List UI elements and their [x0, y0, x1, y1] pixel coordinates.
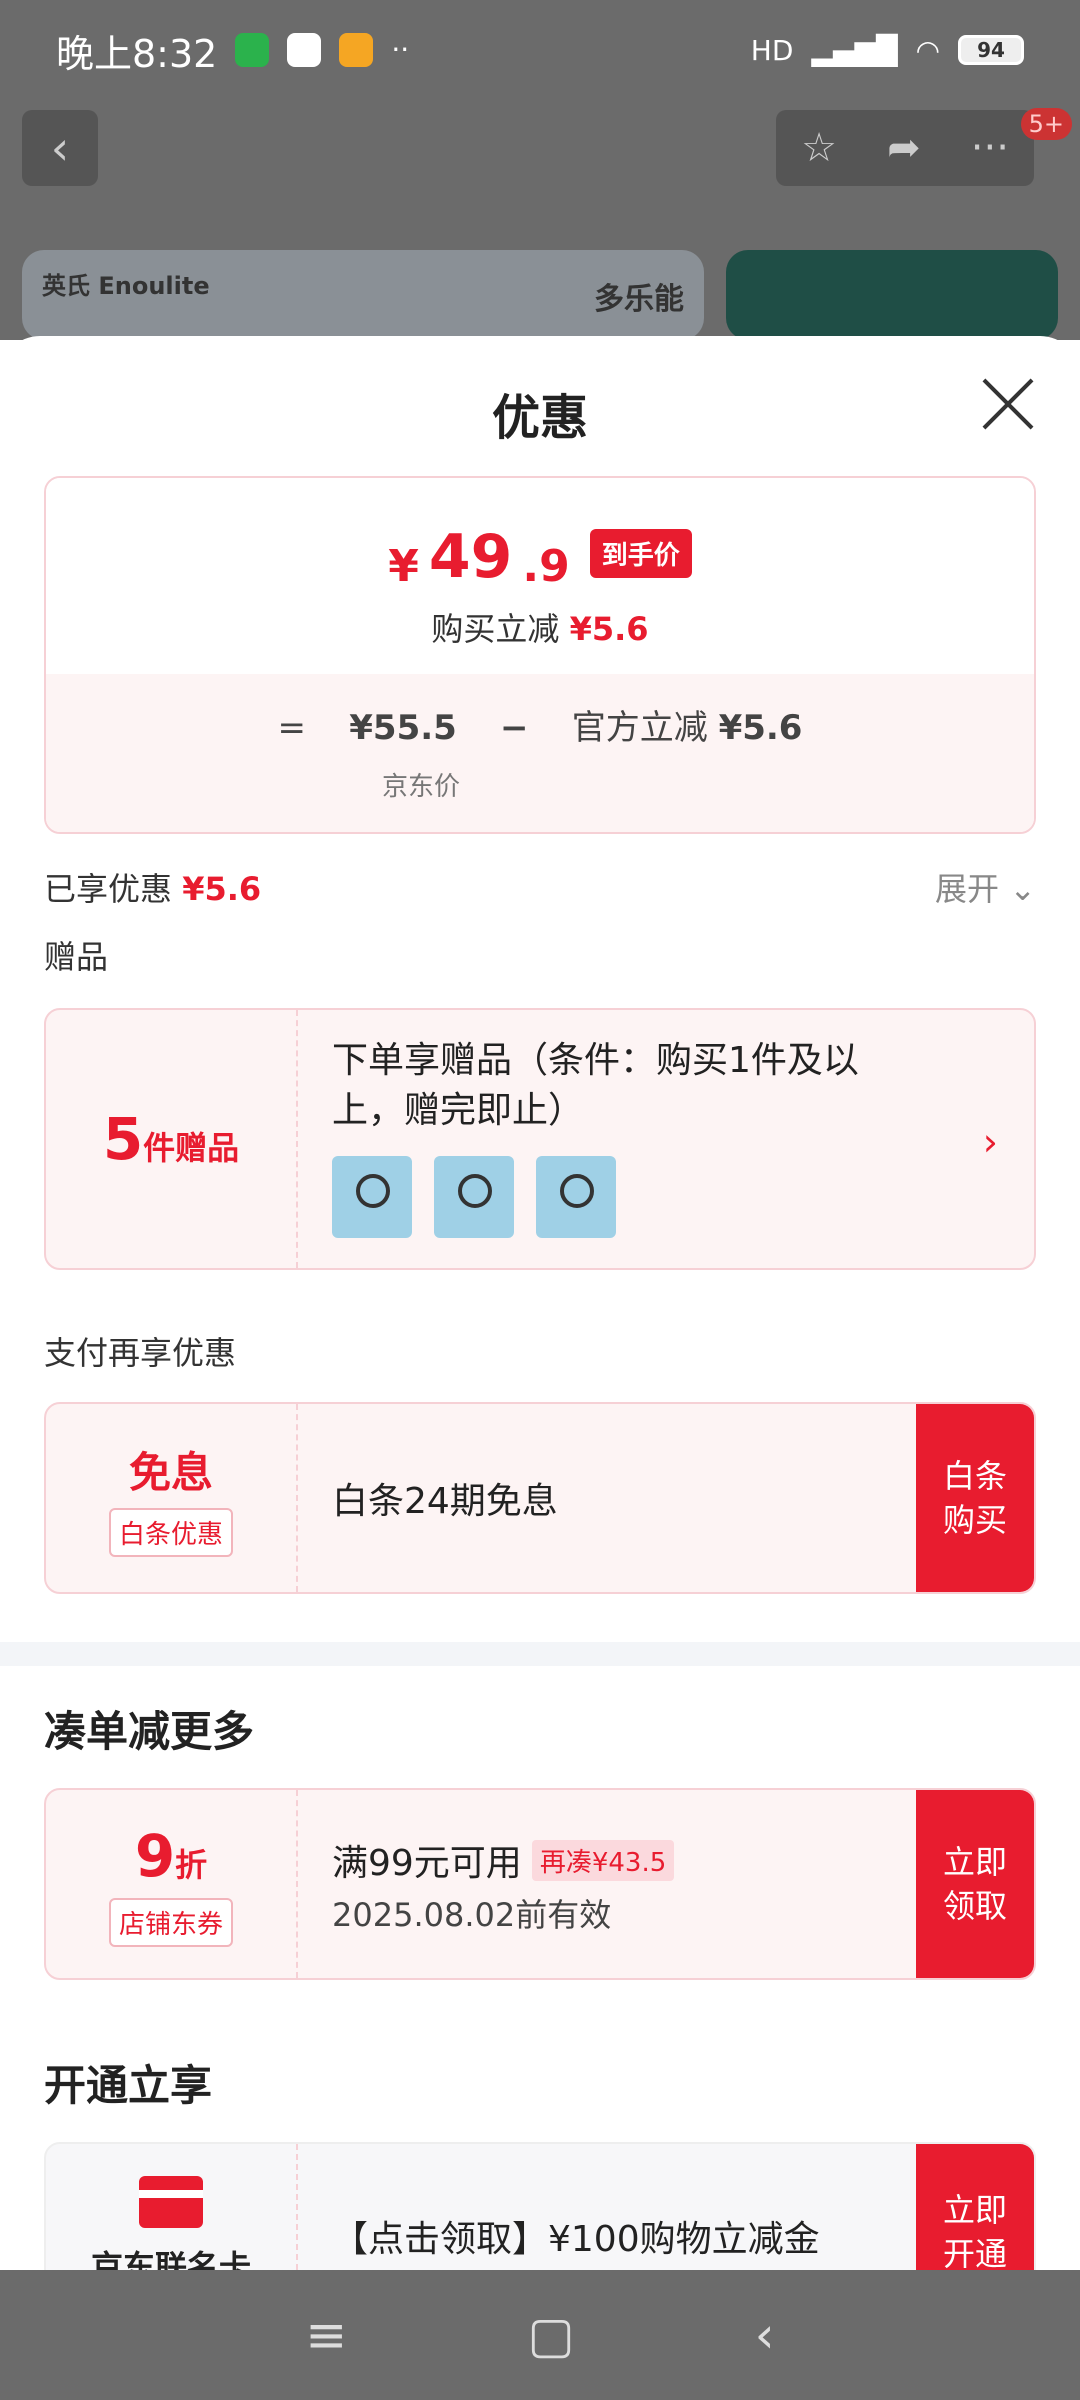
kaitong-title: 开通立享 [44, 2061, 213, 2110]
more-dots-icon: ·· [391, 33, 410, 66]
coupon-left: 9折 店铺东券 [46, 1790, 298, 1978]
gift-desc: 下单享赠品（条件：购买1件及以上，赠完即止） [332, 1040, 859, 1131]
status-right: HD ▂▄▆█ ◠ 94 [751, 34, 1024, 67]
gift-body: 下单享赠品（条件：购买1件及以上，赠完即止） [332, 1010, 894, 1268]
back-icon[interactable]: ‹ [755, 2306, 775, 2364]
final-price: ¥ 49 .9 到手价 [46, 522, 1034, 592]
enjoyed-discount: 已享优惠 ¥5.6 [44, 870, 262, 908]
expand-button[interactable]: 展开 ⌄ [935, 864, 1036, 910]
member-desc: 【点击领取】¥100购物立减金 [332, 2219, 820, 2260]
banner-right [726, 250, 1058, 340]
gift-card[interactable]: 5件赠品 下单享赠品（条件：购买1件及以上，赠完即止） › [44, 1008, 1036, 1270]
gift-count-box: 5件赠品 [46, 1010, 298, 1268]
back-button[interactable]: ‹ [22, 110, 98, 186]
signal-bars-icon: ▂▄▆█ [811, 33, 898, 67]
banner-left: 英氏 Enoulite 多乐能 [22, 250, 704, 340]
price-breakdown: ¥ 49 .9 到手价 购买立减 ¥5.6 = ¥55.5 − 官方立减 ¥5.… [44, 476, 1036, 834]
share-icon[interactable]: ➦ [887, 125, 921, 171]
member-card[interactable]: 京东联名卡 【点击领取】¥100购物立减金 立即开通 [44, 2142, 1036, 2270]
price-formula: = ¥55.5 − 官方立减 ¥5.6 [277, 708, 803, 748]
star-icon[interactable]: ☆ [801, 125, 837, 171]
final-price-tag: 到手价 [589, 529, 692, 578]
map-app-icon [287, 33, 322, 67]
pay-left: 免息 白条优惠 [46, 1404, 298, 1592]
sheet-title: 优惠 [491, 390, 588, 446]
message-badge[interactable]: 5+ [1020, 108, 1072, 140]
status-bar: 晚上8:32 ·· HD ▂▄▆█ ◠ 94 [0, 0, 1080, 100]
more-icon[interactable]: ··· [971, 125, 1009, 171]
purchase-reduce: 购买立减 ¥5.6 [431, 610, 649, 648]
close-icon[interactable] [980, 376, 1036, 432]
slogan-text: 多乐能 [594, 282, 684, 317]
home-icon[interactable]: ▢ [527, 2306, 574, 2364]
menu-icon[interactable]: ≡ [305, 2306, 347, 2364]
phone-app-icon [235, 33, 270, 67]
brand-logo: 英氏 Enoulite [42, 272, 210, 300]
nav-actions: ☆ ➦ ··· [776, 110, 1034, 186]
system-nav-bar: ≡ ▢ ‹ [0, 2270, 1080, 2400]
pay-card[interactable]: 免息 白条优惠 白条24期免息 白条购买 [44, 1402, 1036, 1594]
notes-app-icon [339, 33, 374, 67]
gift-section-title: 赠品 [44, 938, 109, 976]
gift-thumb [536, 1156, 616, 1238]
signal-icon: HD [750, 33, 794, 67]
top-nav: ‹ ☆ ➦ ··· 5+ [22, 108, 1072, 186]
pay-section-title: 支付再享优惠 [44, 1334, 237, 1372]
coudan-title: 凑单减更多 [44, 1707, 255, 1756]
gift-thumb [332, 1156, 412, 1238]
credit-card-icon [139, 2176, 203, 2228]
section-divider [0, 1642, 1080, 1666]
open-member-button[interactable]: 立即开通 [916, 2144, 1034, 2270]
pay-desc: 白条24期免息 [332, 1481, 558, 1522]
notification-icons: ·· [235, 33, 425, 67]
jd-price-label: 京东价 [382, 772, 461, 802]
battery-icon: 94 [958, 35, 1024, 65]
wifi-icon: ◠ [915, 33, 940, 67]
gift-thumb [434, 1156, 514, 1238]
discount-sheet: 优惠 ¥ 49 .9 到手价 购买立减 ¥5.6 = ¥55.5 − 官方立减 … [0, 336, 1080, 2270]
coupon-card[interactable]: 9折 店铺东券 满99元可用 再凑¥43.5 2025.08.02前有效 立即领… [44, 1788, 1036, 1980]
chevron-down-icon: ⌄ [1009, 870, 1036, 908]
status-time: 晚上8:32 [56, 31, 218, 76]
coupon-valid: 2025.08.02前有效 [332, 1896, 612, 1934]
claim-coupon-button[interactable]: 立即领取 [916, 1790, 1034, 1978]
extra-amount-tag: 再凑¥43.5 [531, 1839, 675, 1881]
gift-thumbnails [332, 1156, 616, 1238]
member-left: 京东联名卡 [46, 2144, 298, 2270]
chevron-right-icon[interactable]: › [983, 1120, 998, 1164]
baitiao-buy-button[interactable]: 白条购买 [916, 1404, 1034, 1592]
